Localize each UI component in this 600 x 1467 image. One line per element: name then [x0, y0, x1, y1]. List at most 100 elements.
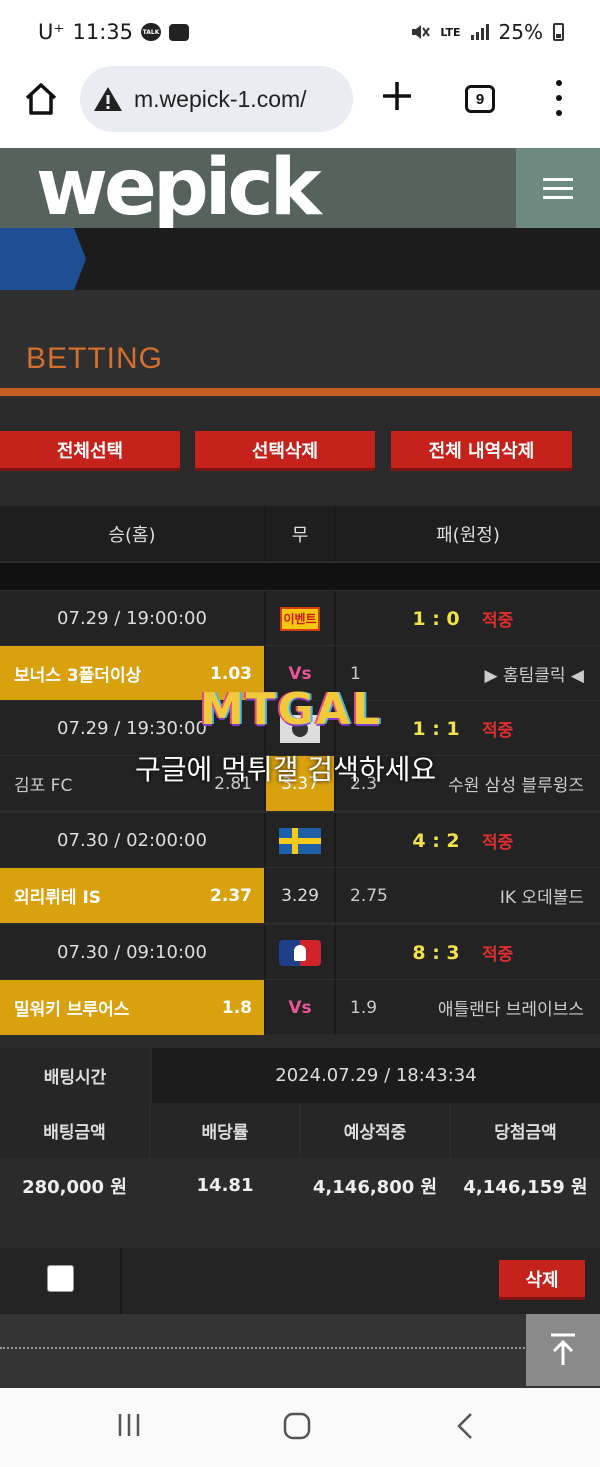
away-odds: 1 [350, 663, 361, 684]
away-odds: 2.75 [350, 885, 388, 906]
home-odds: 2.37 [210, 885, 252, 906]
battery-percent: 25% [498, 20, 543, 44]
expected-win-label: 예상적중 [301, 1103, 449, 1158]
mlb-logo-icon [279, 939, 321, 966]
site-logo[interactable]: wepick [36, 148, 322, 228]
watermark-text: 구글에 먹튀갤 검색하세요 [135, 753, 437, 786]
battery-icon [553, 23, 564, 41]
tab-switcher-button[interactable]: 9 [465, 85, 495, 113]
odds-label: 배당률 [151, 1103, 299, 1158]
expected-win-value: 4,146,800 원 [301, 1158, 449, 1213]
sweden-flag-icon [279, 827, 321, 854]
home-nav-icon[interactable] [283, 1412, 311, 1440]
status-bar: U⁺ 11:35 TALK LTE 25% [0, 0, 600, 66]
match-info-row: 07.30 / 09:10:00 8 : 3 적중 [0, 924, 600, 980]
url-text: m.wepick-1.com/ [134, 85, 307, 112]
match-datetime: 07.30 / 09:10:00 [57, 942, 207, 963]
match-result: 적중 [482, 721, 514, 741]
home-odds: 1.03 [210, 663, 252, 684]
match-result: 적중 [482, 611, 514, 631]
match-info-row: 07.30 / 02:00:00 4 : 2 적중 [0, 812, 600, 868]
home-icon[interactable] [22, 80, 60, 118]
recent-apps-icon[interactable] [116, 1412, 142, 1438]
away-team: IK 오데볼드 [499, 888, 584, 908]
select-all-button[interactable]: 전체선택 [0, 431, 180, 471]
signal-icon [470, 24, 489, 40]
gallery-icon [169, 23, 189, 41]
match-info-row: 07.29 / 19:00:00 이벤트 1 : 0 적중 [0, 590, 600, 646]
kakaotalk-icon: TALK [141, 23, 161, 41]
footer-area [0, 1314, 600, 1388]
title-underline [0, 388, 600, 396]
summary-label-row: 배팅금액 배당률 예상적중 당첨금액 [0, 1103, 600, 1158]
action-bar: 전체선택 선택삭제 전체 내역삭제 [0, 398, 600, 504]
nav-strip [0, 228, 600, 290]
header-home: 승(홈) [108, 524, 156, 546]
league-cell: 이벤트 [266, 591, 334, 646]
match-datetime: 07.30 / 02:00:00 [57, 830, 207, 851]
watermark-logo: MTGAL [200, 684, 383, 735]
bet-time-label: 배팅시간 [0, 1048, 150, 1103]
android-navigation-bar [0, 1388, 600, 1467]
warning-icon[interactable] [92, 85, 124, 113]
betting-section-header: BETTING [0, 290, 600, 398]
match-result-cell: 1 : 0 적중 [336, 591, 600, 646]
match-result: 적중 [482, 945, 514, 965]
delete-selected-button[interactable]: 선택삭제 [195, 431, 375, 471]
home-team: 외리뤼테 IS [14, 888, 102, 908]
win-amount-value: 4,146,159 원 [451, 1158, 600, 1213]
away-team: ▶ 홈팀클릭 ◀ [484, 666, 584, 686]
match-score: 1 : 0 [412, 607, 460, 630]
site-header: wepick [0, 148, 600, 228]
match-result-cell: 4 : 2 적중 [336, 813, 600, 868]
away-pick-cell[interactable]: 1.9 애틀랜타 브레이브스 [336, 980, 600, 1035]
league-cell [266, 925, 334, 980]
match-result-cell: 8 : 3 적중 [336, 925, 600, 980]
home-team: 밀워키 브루어스 [14, 1000, 130, 1020]
match-score: 8 : 3 [412, 941, 460, 964]
bet-time-row: 배팅시간 2024.07.29 / 18:43:34 [0, 1048, 600, 1103]
mute-icon [412, 25, 431, 39]
odds-value: 14.81 [151, 1158, 299, 1213]
delete-button[interactable]: 삭제 [499, 1260, 585, 1300]
network-type: LTE [440, 25, 461, 39]
home-pick-cell[interactable]: 외리뤼테 IS 2.37 [0, 868, 264, 923]
home-team: 김포 FC [14, 776, 73, 796]
hamburger-menu-icon[interactable] [516, 148, 600, 228]
away-team: 애틀랜타 브레이브스 [437, 1000, 584, 1020]
home-pick-cell[interactable]: 밀워키 브루어스 1.8 [0, 980, 264, 1035]
summary-value-row: 280,000 원 14.81 4,146,800 원 4,146,159 원 [0, 1158, 600, 1213]
table-separator [0, 563, 600, 590]
arrow-up-icon [551, 1333, 575, 1365]
page-title: BETTING [26, 342, 164, 375]
away-team: 수원 삼성 블루윙즈 [448, 776, 584, 796]
nav-arrow-tab[interactable] [0, 228, 86, 290]
draw-cell[interactable]: Vs [266, 980, 334, 1035]
header-draw: 무 [291, 524, 309, 546]
away-pick-cell[interactable]: 2.75 IK 오데볼드 [336, 868, 600, 923]
browser-toolbar: m.wepick-1.com/ 9 [0, 66, 600, 148]
slip-controls: 삭제 [0, 1248, 600, 1314]
bet-time-value: 2024.07.29 / 18:43:34 [152, 1048, 600, 1103]
home-odds: 1.8 [221, 997, 252, 1018]
back-icon[interactable] [456, 1412, 474, 1440]
bet-amount-value: 280,000 원 [0, 1158, 149, 1213]
scroll-top-button[interactable] [526, 1314, 600, 1386]
carrier-label: U⁺ [38, 20, 65, 44]
more-menu-icon[interactable] [552, 80, 566, 116]
select-checkbox[interactable] [47, 1265, 74, 1292]
match-score: 4 : 2 [412, 829, 460, 852]
address-bar[interactable]: m.wepick-1.com/ [80, 66, 353, 132]
home-team: 보너스 3폴더이상 [14, 666, 142, 686]
draw-cell[interactable]: 3.29 [266, 868, 334, 923]
match-odds-row: 외리뤼테 IS 2.37 3.29 2.75 IK 오데볼드 [0, 867, 600, 923]
match-odds-row: 밀워키 브루어스 1.8 Vs 1.9 애틀랜타 브레이브스 [0, 979, 600, 1035]
new-tab-icon[interactable] [380, 79, 414, 113]
win-amount-label: 당첨금액 [451, 1103, 600, 1158]
event-badge-icon: 이벤트 [280, 606, 320, 631]
away-odds: 1.9 [350, 997, 378, 1018]
bet-amount-label: 배팅금액 [0, 1103, 149, 1158]
clock: 11:35 [72, 20, 133, 44]
delete-all-history-button[interactable]: 전체 내역삭제 [391, 431, 572, 471]
header-away: 패(원정) [436, 524, 500, 546]
